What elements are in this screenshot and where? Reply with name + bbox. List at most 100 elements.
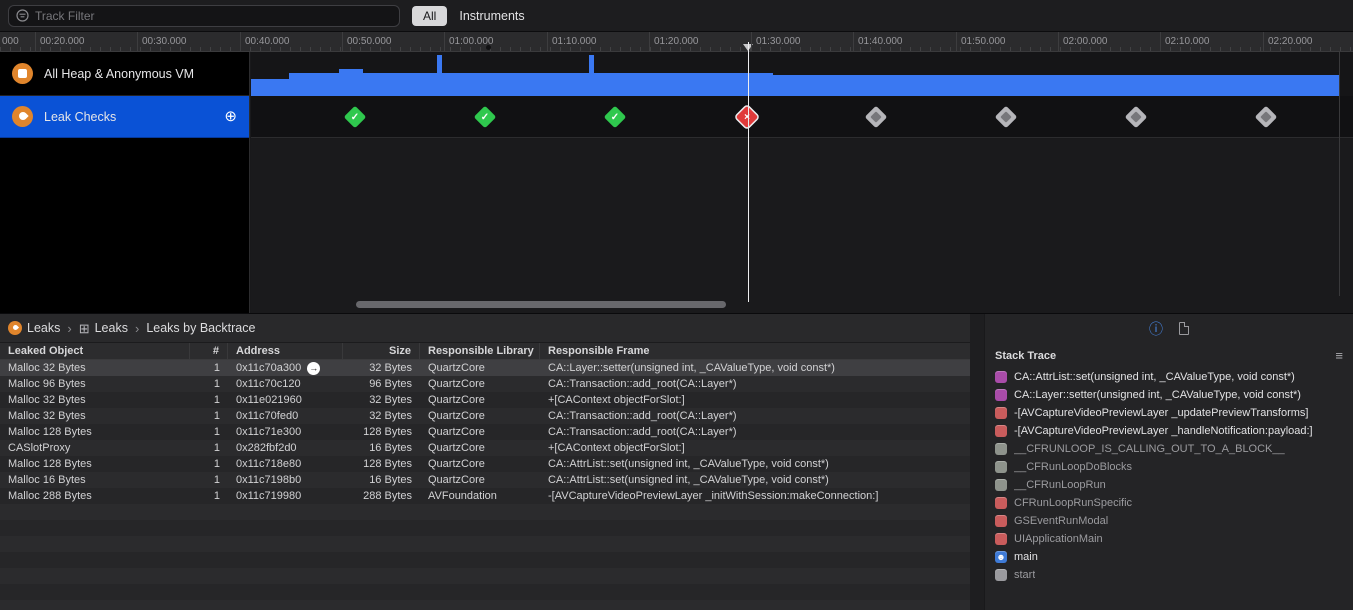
track-row-leak-checks[interactable]: Leak Checks ⊕ [0, 96, 249, 138]
table-cell: CA::Layer::setter(unsigned int, _CAValue… [548, 362, 835, 374]
frame-label: UIApplicationMain [1014, 533, 1103, 545]
memory-graph-lane[interactable] [251, 52, 1353, 96]
leak-marker-pending[interactable] [994, 105, 1018, 129]
table-cell: 32 Bytes [369, 362, 412, 374]
ruler-tick [751, 32, 752, 51]
leak-marker-fail[interactable]: × [735, 105, 759, 129]
stack-frame[interactable]: CFRunLoopRunSpecific [995, 494, 1353, 512]
leak-marker-check[interactable]: ✓ [603, 105, 627, 129]
leak-marker-check[interactable]: ✓ [343, 105, 367, 129]
stack-frame[interactable]: -[AVCaptureVideoPreviewLayer _handleNoti… [995, 422, 1353, 440]
table-row[interactable]: Malloc 288 Bytes 1 0x11c719980 288 Bytes AVF… [0, 488, 970, 504]
column-header[interactable]: Leaked Object [0, 343, 190, 359]
empty-row [0, 520, 970, 536]
track-filter-input[interactable] [35, 8, 392, 23]
scrollbar-thumb[interactable] [356, 301, 726, 308]
leak-marker-pending[interactable] [1254, 105, 1278, 129]
check-icon [1128, 109, 1144, 125]
stack-frame[interactable]: -[AVCaptureVideoPreviewLayer _updatePrev… [995, 404, 1353, 422]
leak-marker-pending[interactable] [1124, 105, 1148, 129]
frame-label: start [1014, 569, 1036, 581]
table-row[interactable]: CASlotProxy 1 0x282fbf2d0 16 Bytes QuartzCor… [0, 440, 970, 456]
table-row[interactable]: Malloc 128 Bytes 1 0x11c71e300 128 Bytes Qua… [0, 424, 970, 440]
frame-library-icon [995, 443, 1007, 455]
frame-label: CA::Layer::setter(unsigned int, _CAValue… [1014, 389, 1301, 401]
ruler-tick [137, 32, 138, 51]
breadcrumb-item-leaks-by-backtrace[interactable]: Leaks by Backtrace [146, 321, 255, 335]
table-cell: 0x11e021960 [236, 394, 302, 406]
track-row-all-heap[interactable]: All Heap & Anonymous VM [0, 52, 249, 96]
table-icon: ⊞ [78, 320, 90, 336]
ruler-tick [547, 32, 548, 51]
leak-checks-lane[interactable]: ✓ ✓ ✓ × [251, 96, 1353, 138]
table-cell: 1 [213, 490, 220, 502]
stack-display-options-icon[interactable]: ≡ [1335, 348, 1343, 363]
stack-frame[interactable]: __CFRunLoopRun [995, 476, 1353, 494]
stack-frame[interactable]: GSEventRunModal [995, 512, 1353, 530]
breadcrumb-item-leaks-table[interactable]: ⊞ Leaks [79, 321, 128, 335]
inspector-tabs: ⓘ [985, 314, 1353, 343]
breadcrumb-item-leaks-instrument[interactable]: Leaks [8, 321, 60, 335]
timeline-ruler[interactable]: 000 00:20.000 00:30.000 00:40.000 00:50.000 0… [0, 32, 1353, 52]
horizontal-scrollbar[interactable] [251, 300, 1341, 309]
table-row[interactable]: Malloc 32 Bytes 1 0x11c70a300 → 32 Bytes Quar… [0, 360, 970, 376]
add-leak-check-button[interactable]: ⊕ [224, 109, 237, 124]
table-row[interactable]: Malloc 128 Bytes 1 0x11c718e80 128 Bytes Qua… [0, 456, 970, 472]
table-row[interactable]: Malloc 32 Bytes 1 0x11e021960 32 Bytes Quart… [0, 392, 970, 408]
ruler-tick-label: 00:40.000 [245, 36, 290, 47]
table-row[interactable]: Malloc 96 Bytes 1 0x11c70c120 96 Bytes Quart… [0, 376, 970, 392]
column-header[interactable]: Address [228, 343, 343, 359]
stack-frame[interactable]: start [995, 566, 1353, 584]
ruler-tick-label: 01:40.000 [858, 36, 903, 47]
frame-library-icon [995, 389, 1007, 401]
frame-library-icon [995, 569, 1007, 581]
table-scrollbar-gutter[interactable] [970, 314, 984, 610]
ruler-minor-ticks [0, 47, 1353, 51]
stack-frame[interactable]: __CFRUNLOOP_IS_CALLING_OUT_TO_A_BLOCK__ [995, 440, 1353, 458]
filter-all-button[interactable]: All [412, 5, 448, 26]
table-cell: +[CAContext objectForSlot:] [548, 442, 685, 454]
description-tab-icon[interactable] [1179, 322, 1189, 335]
focus-arrow-icon[interactable]: → [307, 361, 321, 375]
stack-frame[interactable]: CA::AttrList::set(unsigned int, _CAValue… [995, 368, 1353, 386]
column-header[interactable]: Size [343, 343, 420, 359]
stack-frame[interactable]: __CFRunLoopDoBlocks [995, 458, 1353, 476]
stack-frame[interactable]: UIApplicationMain [995, 530, 1353, 548]
breadcrumb-label: Leaks by Backtrace [146, 321, 256, 335]
table-row[interactable]: Malloc 16 Bytes 1 0x11c7198b0 16 Bytes Quart… [0, 472, 970, 488]
table-cell: 0x11c7198b0 [236, 474, 302, 486]
table-cell: Malloc 32 Bytes [8, 394, 86, 406]
frame-label: __CFRunLoopRun [1014, 479, 1106, 491]
table-cell: QuartzCore [428, 458, 485, 470]
stack-frame[interactable]: CA::Layer::setter(unsigned int, _CAValue… [995, 386, 1353, 404]
table-cell: Malloc 32 Bytes [8, 410, 86, 422]
table-row[interactable]: Malloc 32 Bytes 1 0x11c70fed0 32 Bytes Quart… [0, 408, 970, 424]
filter-instruments-button[interactable]: Instruments [459, 9, 524, 23]
ruler-tick-label: 02:20.000 [1268, 36, 1313, 47]
table-cell: QuartzCore [428, 426, 485, 438]
ruler-tick [853, 32, 854, 51]
column-header[interactable]: Responsible Frame [540, 343, 970, 359]
leak-marker-pending[interactable] [864, 105, 888, 129]
extended-detail-tab-icon[interactable]: ⓘ [1149, 322, 1163, 336]
leak-marker-check[interactable]: ✓ [473, 105, 497, 129]
inspector-pane: ⓘ Stack Trace ≡ CA::AttrList::set(unsign… [984, 314, 1353, 610]
ruler-tick-label: 00:20.000 [40, 36, 85, 47]
frame-library-icon [995, 425, 1007, 437]
frame-label: -[AVCaptureVideoPreviewLayer _updatePrev… [1014, 407, 1309, 419]
empty-row [0, 568, 970, 584]
frame-label: -[AVCaptureVideoPreviewLayer _handleNoti… [1014, 425, 1313, 437]
table-cell: 1 [213, 442, 220, 454]
frame-library-icon [995, 407, 1007, 419]
table-cell: 128 Bytes [363, 426, 412, 438]
table-cell: QuartzCore [428, 362, 485, 374]
empty-row [0, 504, 970, 520]
table-cell: 32 Bytes [369, 394, 412, 406]
column-header[interactable]: # [190, 343, 228, 359]
column-header[interactable]: Responsible Library [420, 343, 540, 359]
stack-frame[interactable]: ☻ main [995, 548, 1353, 566]
table-cell: CA::Transaction::add_root(CA::Layer*) [548, 426, 737, 438]
track-filter-field[interactable] [8, 4, 400, 27]
table-cell: 1 [213, 474, 220, 486]
table-cell: +[CAContext objectForSlot:] [548, 394, 685, 406]
